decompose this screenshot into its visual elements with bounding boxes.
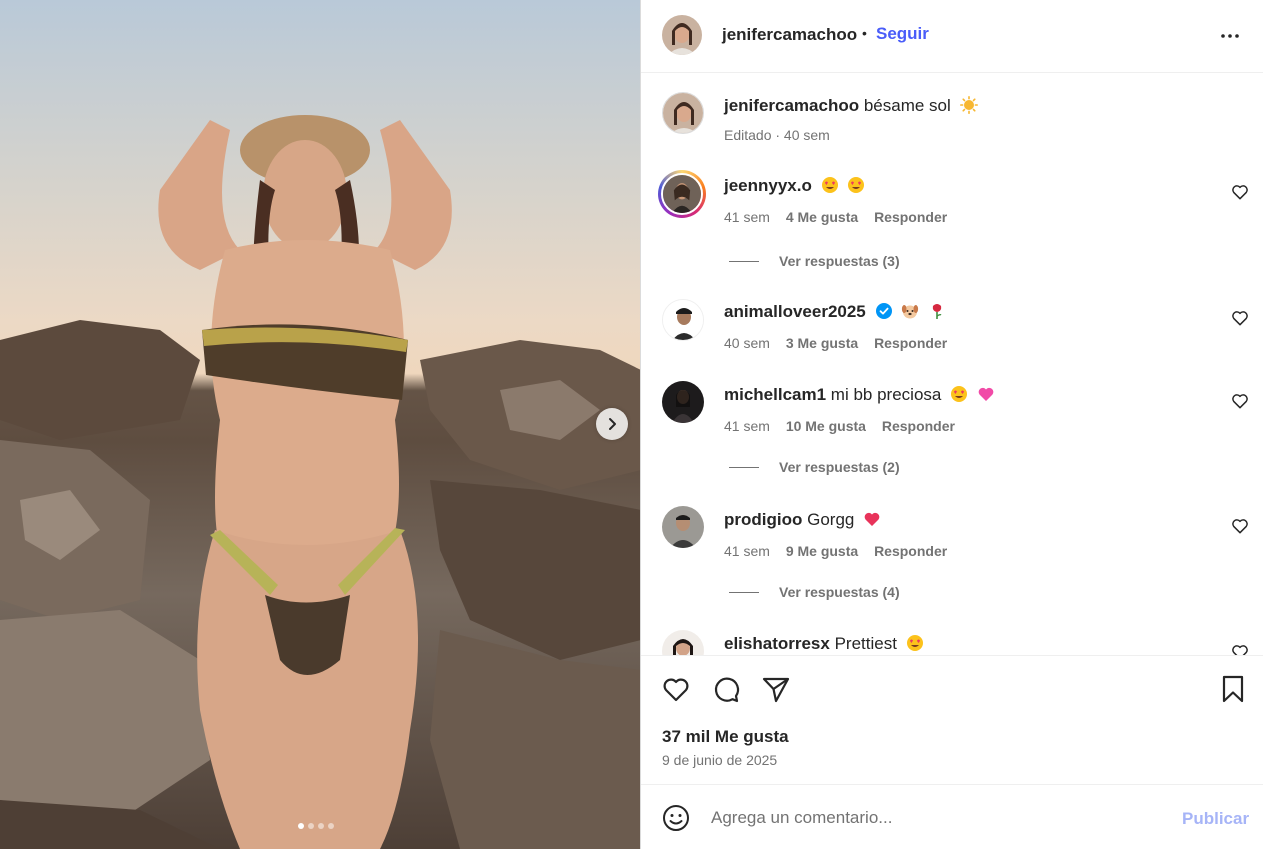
comment-time: 41 sem (724, 209, 770, 225)
carousel-dot (318, 823, 324, 829)
dog-emoji (902, 305, 919, 319)
comment-item: elishatorresx Prettiest (641, 628, 1263, 656)
view-replies-button[interactable]: Ver respuestas (3) (729, 253, 900, 269)
commenter-avatar[interactable] (662, 299, 704, 341)
heart-icon[interactable] (1230, 516, 1250, 536)
reply-button[interactable]: Responder (882, 418, 955, 434)
comment-likes[interactable]: 9 Me gusta (786, 543, 858, 559)
post-actions: 37 mil Me gusta 9 de junio de 2025 (641, 655, 1263, 785)
comment-text: jeennyyx.o (724, 176, 865, 196)
carousel-dot (298, 823, 304, 829)
carousel-dot (308, 823, 314, 829)
heart-icon[interactable] (1230, 642, 1250, 656)
comment-item: prodigioo Gorgg 41 sem 9 Me gusta Respon… (641, 504, 1263, 614)
author-avatar[interactable] (662, 15, 702, 55)
carousel-dot (328, 823, 334, 829)
comment-body: Prettiest (834, 634, 897, 653)
comment-likes[interactable]: 10 Me gusta (786, 418, 866, 434)
comment-input[interactable] (711, 805, 1151, 831)
comment-username[interactable]: elishatorresx (724, 634, 830, 653)
person-figure (158, 115, 452, 849)
comment-username[interactable]: animalloveer2025 (724, 302, 866, 321)
view-replies-button[interactable]: Ver respuestas (4) (729, 584, 900, 600)
author-avatar[interactable] (662, 92, 704, 134)
like-heart-icon[interactable] (661, 674, 691, 704)
comment-body: Gorgg (807, 510, 855, 529)
red-heart-emoji (864, 512, 880, 526)
comment-text: elishatorresx Prettiest (724, 634, 924, 654)
rose-emoji (932, 304, 942, 319)
comment-likes[interactable]: 3 Me gusta (786, 335, 858, 351)
comment-meta: 41 sem 4 Me gusta Responder (724, 209, 959, 225)
comment-bubble-icon[interactable] (711, 674, 741, 704)
more-horizontal-icon (1221, 34, 1239, 38)
replies-line (729, 260, 759, 262)
comment-time: 40 sem (724, 335, 770, 351)
follow-button[interactable]: Seguir (876, 24, 929, 44)
carousel-indicator (298, 823, 334, 829)
carousel-next-button[interactable] (596, 408, 628, 440)
replies-line (729, 466, 759, 468)
header-separator: • (862, 25, 867, 41)
comment-meta: 40 sem 3 Me gusta Responder (724, 335, 959, 351)
heart-icon[interactable] (1230, 308, 1250, 328)
reply-button[interactable]: Responder (874, 209, 947, 225)
publish-button[interactable]: Publicar (1182, 809, 1249, 829)
comments-list[interactable]: jenifercamachoo bésame sol Editado · 40 … (641, 74, 1263, 656)
bookmark-icon[interactable] (1218, 674, 1248, 704)
comment-item: jeennyyx.o 41 sem 4 Me gusta Responder V… (641, 170, 1263, 280)
comment-time: 41 sem (724, 543, 770, 559)
comment-time: 41 sem (724, 418, 770, 434)
comment-likes[interactable]: 4 Me gusta (786, 209, 858, 225)
comment-item: animalloveer2025 40 sem 3 Me gusta Respo… (641, 296, 1263, 366)
author-username[interactable]: jenifercamachoo (722, 25, 857, 45)
more-options-button[interactable] (1218, 24, 1242, 48)
post-media[interactable] (0, 0, 641, 849)
caption-username[interactable]: jenifercamachoo (724, 96, 859, 115)
likes-count[interactable]: 37 mil Me gusta (662, 727, 789, 747)
chevron-right-icon (609, 418, 616, 430)
heart-icon[interactable] (1230, 391, 1250, 411)
comment-username[interactable]: michellcam1 (724, 385, 826, 404)
verified-badge-icon (875, 303, 892, 319)
emoji-picker-icon[interactable] (662, 804, 690, 832)
comment-meta: 41 sem 9 Me gusta Responder (724, 543, 959, 559)
view-replies-label: Ver respuestas (3) (779, 253, 900, 269)
comment-meta: 41 sem 10 Me gusta Responder (724, 418, 967, 434)
comment-text: michellcam1 mi bb preciosa (724, 385, 995, 405)
comment-username[interactable]: prodigioo (724, 510, 802, 529)
caption-meta: Editado · 40 sem (724, 127, 830, 143)
comment-text: animalloveer2025 (724, 302, 946, 322)
view-replies-button[interactable]: Ver respuestas (2) (729, 459, 900, 475)
caption-body: bésame sol (863, 96, 951, 115)
sun-emoji (959, 96, 978, 114)
view-replies-label: Ver respuestas (4) (779, 584, 900, 600)
heart-eyes-emoji (906, 635, 923, 651)
share-send-icon[interactable] (761, 674, 791, 704)
comment-composer: Publicar (641, 784, 1263, 849)
comment-item: michellcam1 mi bb preciosa 41 sem 10 Me … (641, 379, 1263, 489)
caption: jenifercamachoo bésame sol Editado · 40 … (641, 90, 1263, 150)
heart-icon[interactable] (1230, 182, 1250, 202)
post-header: jenifercamachoo • Seguir (641, 0, 1263, 73)
replies-line (729, 591, 759, 593)
heart-eyes-emoji (821, 177, 838, 193)
comment-username[interactable]: jeennyyx.o (724, 176, 812, 195)
view-replies-label: Ver respuestas (2) (779, 459, 900, 475)
comment-body: mi bb preciosa (830, 385, 942, 404)
reply-button[interactable]: Responder (874, 543, 947, 559)
caption-text: jenifercamachoo bésame sol (724, 96, 978, 116)
heart-eyes-emoji (848, 177, 865, 193)
commenter-avatar[interactable] (662, 506, 704, 548)
commenter-avatar-story[interactable] (658, 170, 706, 218)
reply-button[interactable]: Responder (874, 335, 947, 351)
commenter-avatar[interactable] (662, 630, 704, 656)
comment-text: prodigioo Gorgg (724, 510, 881, 530)
commenter-avatar[interactable] (662, 381, 704, 423)
pink-heart-emoji (978, 387, 994, 401)
post-details-panel: jenifercamachoo • Seguir jenifercamachoo… (641, 0, 1263, 849)
heart-eyes-emoji (951, 386, 968, 402)
post-date: 9 de junio de 2025 (662, 752, 778, 768)
